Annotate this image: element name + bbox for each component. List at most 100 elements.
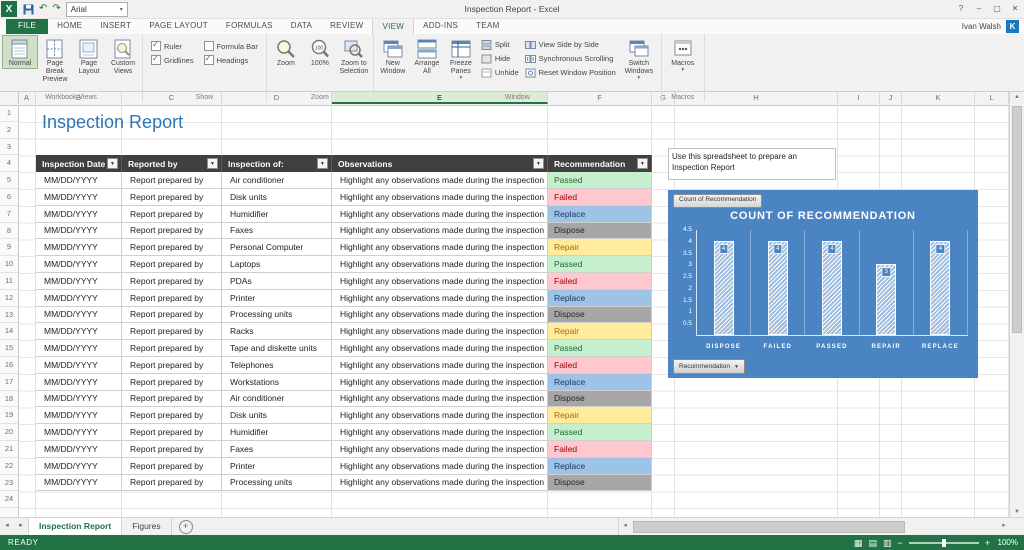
scroll-left-arrow[interactable]: ◂ bbox=[619, 518, 631, 535]
table-row[interactable]: MM/DD/YYYYReport prepared byPrinterHighl… bbox=[36, 290, 652, 307]
synchronous-scrolling-button[interactable]: Synchronous Scrolling bbox=[525, 53, 616, 64]
cell-reported-by[interactable]: Report prepared by bbox=[122, 357, 222, 374]
chart-axis-field-button[interactable]: Recommendation ▼ bbox=[673, 359, 745, 374]
cell-observations[interactable]: Highlight any observations made during t… bbox=[332, 172, 548, 189]
cell-reported-by[interactable]: Report prepared by bbox=[122, 206, 222, 223]
cell-inspection-date[interactable]: MM/DD/YYYY bbox=[36, 391, 122, 408]
zoom-level[interactable]: 100% bbox=[996, 538, 1018, 547]
formula-bar-checkbox[interactable]: Formula Bar bbox=[204, 41, 258, 51]
redo-button[interactable]: ↷ bbox=[52, 3, 60, 15]
cell-reported-by[interactable]: Report prepared by bbox=[122, 172, 222, 189]
cell-observations[interactable]: Highlight any observations made during t… bbox=[332, 424, 548, 441]
hide-button[interactable]: Hide bbox=[481, 53, 519, 64]
cell-observations[interactable]: Highlight any observations made during t… bbox=[332, 391, 548, 408]
cell-recommendation[interactable]: Passed bbox=[548, 256, 652, 273]
cell-inspection-of[interactable]: Disk units bbox=[222, 189, 332, 206]
cell-reported-by[interactable]: Report prepared by bbox=[122, 407, 222, 424]
cell-inspection-date[interactable]: MM/DD/YYYY bbox=[36, 206, 122, 223]
zoom-slider-thumb[interactable] bbox=[942, 539, 946, 547]
scroll-right-arrow[interactable]: ▸ bbox=[998, 518, 1010, 535]
custom-views-button[interactable]: Custom Views bbox=[106, 35, 140, 76]
cell-recommendation[interactable]: Failed bbox=[548, 273, 652, 290]
cell-observations[interactable]: Highlight any observations made during t… bbox=[332, 441, 548, 458]
font-name-select[interactable]: Arial ▾ bbox=[66, 2, 128, 17]
table-row[interactable]: MM/DD/YYYYReport prepared byPersonal Com… bbox=[36, 239, 652, 256]
account-menu[interactable]: Ivan Walsh K bbox=[962, 18, 1024, 34]
cell-reported-by[interactable]: Report prepared by bbox=[122, 307, 222, 324]
row-header-2[interactable]: 2 bbox=[0, 122, 18, 139]
row-header-11[interactable]: 11 bbox=[0, 273, 18, 290]
zoom-in-button[interactable]: + bbox=[985, 536, 990, 550]
row-header-7[interactable]: 7 bbox=[0, 206, 18, 223]
cell-observations[interactable]: Highlight any observations made during t… bbox=[332, 475, 548, 492]
cell-inspection-date[interactable]: MM/DD/YYYY bbox=[36, 172, 122, 189]
row-header-13[interactable]: 13 bbox=[0, 307, 18, 324]
cell-inspection-of[interactable]: Telephones bbox=[222, 357, 332, 374]
sheet-tab-figures[interactable]: Figures bbox=[122, 518, 171, 535]
table-row[interactable]: MM/DD/YYYYReport prepared byAir conditio… bbox=[36, 172, 652, 189]
zoom-button[interactable]: Zoom bbox=[269, 35, 303, 68]
cell-observations[interactable]: Highlight any observations made during t… bbox=[332, 206, 548, 223]
row-header-16[interactable]: 16 bbox=[0, 357, 18, 374]
cell-inspection-date[interactable]: MM/DD/YYYY bbox=[36, 475, 122, 492]
cell-inspection-date[interactable]: MM/DD/YYYY bbox=[36, 407, 122, 424]
cell-observations[interactable]: Highlight any observations made during t… bbox=[332, 290, 548, 307]
table-row[interactable]: MM/DD/YYYYReport prepared byTelephonesHi… bbox=[36, 357, 652, 374]
tab-review[interactable]: REVIEW bbox=[321, 18, 372, 34]
tab-insert[interactable]: INSERT bbox=[91, 18, 140, 34]
table-row[interactable]: MM/DD/YYYYReport prepared byDisk unitsHi… bbox=[36, 407, 652, 424]
cell-inspection-date[interactable]: MM/DD/YYYY bbox=[36, 424, 122, 441]
column-header-I[interactable]: I bbox=[838, 92, 880, 104]
cell-inspection-of[interactable]: Workstations bbox=[222, 374, 332, 391]
cell-observations[interactable]: Highlight any observations made during t… bbox=[332, 407, 548, 424]
cell-inspection-of[interactable]: Printer bbox=[222, 290, 332, 307]
arrange-all-button[interactable]: Arrange All bbox=[410, 35, 444, 76]
table-row[interactable]: MM/DD/YYYYReport prepared byPrinterHighl… bbox=[36, 458, 652, 475]
row-header-12[interactable]: 12 bbox=[0, 290, 18, 307]
cell-inspection-of[interactable]: Humidifier bbox=[222, 206, 332, 223]
cell-observations[interactable]: Highlight any observations made during t… bbox=[332, 239, 548, 256]
chart-field-button[interactable]: Count of Recommendation bbox=[673, 194, 762, 208]
table-row[interactable]: MM/DD/YYYYReport prepared byLaptopsHighl… bbox=[36, 256, 652, 273]
gridlines-checkbox[interactable]: Gridlines bbox=[151, 55, 194, 65]
cell-recommendation[interactable]: Passed bbox=[548, 172, 652, 189]
cell-reported-by[interactable]: Report prepared by bbox=[122, 475, 222, 492]
help-button[interactable]: ? bbox=[952, 0, 970, 18]
page-break-preview-button[interactable]: Page Break Preview bbox=[38, 35, 72, 84]
cell-reported-by[interactable]: Report prepared by bbox=[122, 374, 222, 391]
close-button[interactable]: ✕ bbox=[1006, 0, 1024, 18]
cell-reported-by[interactable]: Report prepared by bbox=[122, 391, 222, 408]
row-header-20[interactable]: 20 bbox=[0, 424, 18, 441]
table-row[interactable]: MM/DD/YYYYReport prepared byProcessing u… bbox=[36, 475, 652, 492]
cell-reported-by[interactable]: Report prepared by bbox=[122, 441, 222, 458]
row-header-22[interactable]: 22 bbox=[0, 458, 18, 475]
tab-home[interactable]: HOME bbox=[48, 18, 91, 34]
page-break-shortcut-icon[interactable]: ▥ bbox=[883, 536, 892, 550]
horizontal-scrollbar[interactable]: ◂ ▸ bbox=[618, 518, 1010, 535]
scroll-up-arrow[interactable]: ▲ bbox=[1010, 91, 1024, 103]
row-header-21[interactable]: 21 bbox=[0, 441, 18, 458]
cell-recommendation[interactable]: Dispose bbox=[548, 391, 652, 408]
tab-page-layout[interactable]: PAGE LAYOUT bbox=[140, 18, 217, 34]
cell-inspection-date[interactable]: MM/DD/YYYY bbox=[36, 307, 122, 324]
recommendation-chart[interactable]: Count of Recommendation COUNT OF RECOMME… bbox=[668, 190, 978, 378]
cell-inspection-date[interactable]: MM/DD/YYYY bbox=[36, 189, 122, 206]
cell-observations[interactable]: Highlight any observations made during t… bbox=[332, 458, 548, 475]
cell-observations[interactable]: Highlight any observations made during t… bbox=[332, 189, 548, 206]
cell-recommendation[interactable]: Dispose bbox=[548, 475, 652, 492]
cell-recommendation[interactable]: Repair bbox=[548, 239, 652, 256]
cell-observations[interactable]: Highlight any observations made during t… bbox=[332, 357, 548, 374]
filter-dropdown-icon[interactable]: ▼ bbox=[637, 158, 648, 169]
cell-recommendation[interactable]: Repair bbox=[548, 407, 652, 424]
cell-recommendation[interactable]: Dispose bbox=[548, 223, 652, 240]
macros-button[interactable]: Macros ▾ bbox=[664, 35, 702, 73]
table-row[interactable]: MM/DD/YYYYReport prepared byWorkstations… bbox=[36, 374, 652, 391]
cell-recommendation[interactable]: Dispose bbox=[548, 307, 652, 324]
cell-recommendation[interactable]: Replace bbox=[548, 206, 652, 223]
cell-inspection-of[interactable]: Air conditioner bbox=[222, 172, 332, 189]
minimize-button[interactable]: – bbox=[970, 0, 988, 18]
cell-inspection-date[interactable]: MM/DD/YYYY bbox=[36, 340, 122, 357]
cell-reported-by[interactable]: Report prepared by bbox=[122, 273, 222, 290]
cell-inspection-date[interactable]: MM/DD/YYYY bbox=[36, 273, 122, 290]
page-layout-view-button[interactable]: Page Layout bbox=[72, 35, 106, 76]
